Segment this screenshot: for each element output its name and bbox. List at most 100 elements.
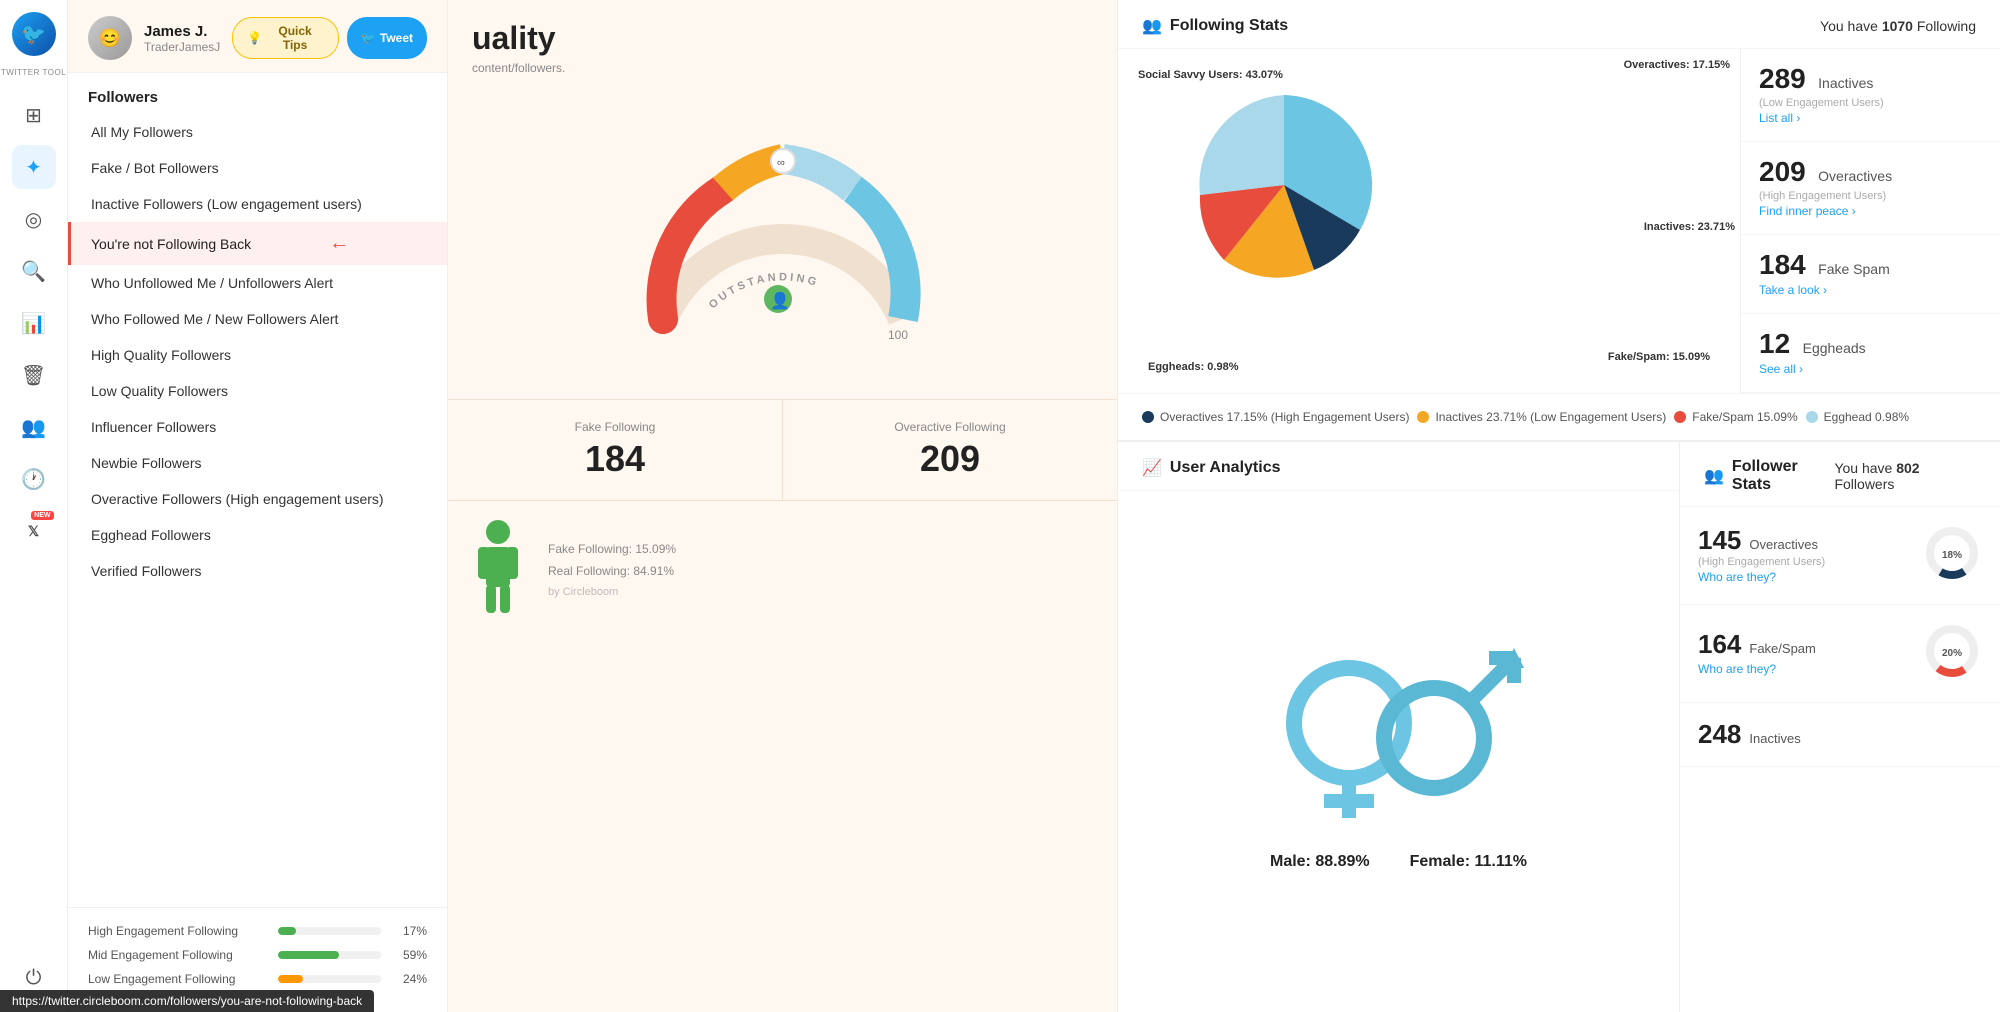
follower-stat-overactives-donut: 18% — [1922, 523, 1982, 588]
list-all-link[interactable]: List all › — [1759, 111, 1800, 125]
sidebar-icon-clock[interactable]: 🕐 — [12, 457, 56, 501]
sidebar-icon-chart[interactable]: 📊 — [12, 301, 56, 345]
nav-item-low-quality[interactable]: Low Quality Followers — [68, 373, 447, 409]
following-stats-header: 👥 Following Stats You have 1070 Followin… — [1118, 0, 2000, 49]
fake-spam-who-link[interactable]: Who are they? — [1698, 662, 1776, 676]
legend-dot-fake-spam — [1674, 411, 1686, 423]
user-avatar: 😊 — [88, 16, 132, 60]
left-panel-header: uality content/followers. — [448, 0, 1117, 79]
legend-dot-overactives — [1142, 411, 1154, 423]
nav-item-all-my-followers[interactable]: All My Followers — [68, 114, 447, 150]
svg-text:18%: 18% — [1942, 550, 1962, 561]
nav-item-not-following-back[interactable]: You're not Following Back ← — [68, 222, 447, 265]
engagement-bar-high-fill — [278, 927, 296, 935]
icon-sidebar: 🐦 TWITTER TOOL ⊞ ✦ ◎ 🔍 📊 🗑 👥 🕐 𝕏 ⏻ — [0, 0, 68, 1012]
sidebar-icon-x-new[interactable]: 𝕏 — [12, 509, 56, 553]
pie-chart-area: Social Savvy Users: 43.07% Overactives: … — [1118, 49, 1740, 393]
real-following-pct-label: Real Following: 84.91% — [548, 564, 1097, 578]
pie-legend: Overactives 17.15% (High Engagement User… — [1118, 393, 2000, 440]
find-inner-peace-link[interactable]: Find inner peace › — [1759, 204, 1856, 218]
engagement-row-high: High Engagement Following 17% — [88, 924, 427, 938]
pie-label-eggheads: Eggheads: 0.98% — [1148, 361, 1238, 373]
left-panel: uality content/followers. — [448, 0, 1118, 1012]
follower-stat-fake-spam-left: 164 Fake/Spam Who are they? — [1698, 629, 1816, 678]
following-stats-content: Social Savvy Users: 43.07% Overactives: … — [1118, 49, 2000, 393]
svg-text:OUTSTANDING: OUTSTANDING — [706, 271, 820, 311]
nav-item-who-followed[interactable]: Who Followed Me / New Followers Alert — [68, 301, 447, 337]
donut-overactives: 18% — [1922, 523, 1982, 583]
overactive-following-value: 209 — [803, 438, 1097, 480]
pie-label-social-savvy: Social Savvy Users: 43.07% — [1138, 69, 1283, 81]
donut-fake-spam: 20% — [1922, 621, 1982, 681]
engagement-label-low: Low Engagement Following — [88, 972, 268, 986]
nav-item-who-unfollowed[interactable]: Who Unfollowed Me / Unfollowers Alert — [68, 265, 447, 301]
tweet-button[interactable]: 🐦 Tweet — [347, 17, 427, 59]
lightbulb-icon: 💡 — [247, 31, 262, 45]
following-stats-card: 👥 Following Stats You have 1070 Followin… — [1118, 0, 2000, 441]
engagement-pct-high: 17% — [391, 924, 427, 938]
legend-item-egghead: Egghead 0.98% — [1806, 410, 1909, 424]
engagement-bar-mid-bg — [278, 951, 381, 959]
bottom-row: 📈 User Analytics — [1118, 441, 2000, 1012]
quick-tips-button[interactable]: 💡 Quick Tips — [232, 17, 339, 59]
nav-item-newbie[interactable]: Newbie Followers — [68, 445, 447, 481]
fake-following-stat: Fake Following 184 — [448, 400, 783, 500]
sidebar-icon-users[interactable]: 👥 — [12, 405, 56, 449]
fake-following-label: Fake Following — [468, 420, 762, 434]
nav-item-influencer[interactable]: Influencer Followers — [68, 409, 447, 445]
gauge-area: OUTSTANDING ∞ 100 👤 — [448, 79, 1117, 399]
following-pie-svg — [1134, 65, 1454, 305]
person-figure — [468, 517, 528, 622]
header-actions: 💡 Quick Tips 🐦 Tweet — [232, 17, 427, 59]
pie-label-inactives: Inactives: 23.71% — [1644, 221, 1735, 233]
user-analytics-header: 📈 User Analytics — [1118, 442, 1679, 491]
twitter-icon: 🐦 — [361, 31, 376, 45]
follower-stat-overactives: 145 Overactives (High Engagement Users) … — [1680, 507, 2000, 605]
app-title: TWITTER TOOL — [1, 68, 66, 77]
sidebar-icon-dashboard[interactable]: ⊞ — [12, 93, 56, 137]
stats-boxes: Fake Following 184 Overactive Following … — [448, 399, 1117, 500]
overactive-following-label: Overactive Following — [803, 420, 1097, 434]
following-count: You have 1070 Following — [1820, 18, 1976, 34]
legend-item-overactives: Overactives 17.15% (High Engagement User… — [1142, 410, 1409, 424]
gender-area: Male: 88.89% Female: 11.11% — [1118, 491, 1679, 1012]
sidebar-icon-network[interactable]: ✦ — [12, 145, 56, 189]
user-handle: TraderJamesJ — [144, 40, 220, 54]
legend-dot-inactives — [1417, 411, 1429, 423]
take-a-look-link[interactable]: Take a look › — [1759, 283, 1827, 297]
following-stats-icon: 👥 — [1142, 16, 1162, 36]
sidebar-icon-trash[interactable]: 🗑 — [12, 353, 56, 397]
sidebar-icon-search[interactable]: 🔍 — [12, 249, 56, 293]
quality-title: uality — [472, 20, 1093, 57]
sidebar-icon-target[interactable]: ◎ — [12, 197, 56, 241]
follower-stats-header: 👥 Follower Stats You have 802 Followers — [1680, 442, 2000, 507]
pie-stat-inactives: 289 Inactives (Low Engagement Users) Lis… — [1741, 49, 2000, 142]
see-all-link[interactable]: See all › — [1759, 362, 1803, 376]
pie-stat-overactives: 209 Overactives (High Engagement Users) … — [1741, 142, 2000, 235]
follower-stats-icon: 👥 — [1704, 466, 1724, 486]
analytics-icon: 📈 — [1142, 458, 1162, 478]
engagement-pct-low: 24% — [391, 972, 427, 986]
svg-text:100: 100 — [888, 328, 908, 342]
nav-item-fake-bot-followers[interactable]: Fake / Bot Followers — [68, 150, 447, 186]
nav-item-inactive-followers[interactable]: Inactive Followers (Low engagement users… — [68, 186, 447, 222]
pie-stat-fake-spam: 184 Fake Spam Take a look › — [1741, 235, 2000, 314]
follower-stats-title: 👥 Follower Stats — [1704, 458, 1834, 494]
follower-stat-inactives-left: 248 Inactives — [1698, 719, 1801, 750]
follower-count: You have 802 Followers — [1834, 460, 1976, 492]
by-circleboom-label: by Circleboom — [548, 586, 1097, 598]
nav-item-verified[interactable]: Verified Followers — [68, 553, 447, 589]
engagement-row-low: Low Engagement Following 24% — [88, 972, 427, 986]
overactives-who-link[interactable]: Who are they? — [1698, 570, 1776, 584]
engagement-pct-mid: 59% — [391, 948, 427, 962]
nav-item-overactive[interactable]: Overactive Followers (High engagement us… — [68, 481, 447, 517]
male-pct: Male: 88.89% — [1270, 853, 1370, 871]
nav-item-high-quality[interactable]: High Quality Followers — [68, 337, 447, 373]
engagement-label-high: High Engagement Following — [88, 924, 268, 938]
quality-subtitle: content/followers. — [472, 61, 1093, 75]
active-arrow-icon: ← — [329, 232, 349, 255]
fake-following-value: 184 — [468, 438, 762, 480]
user-name: James J. — [144, 23, 220, 40]
right-panel: 👥 Following Stats You have 1070 Followin… — [1118, 0, 2000, 1012]
nav-item-egghead[interactable]: Egghead Followers — [68, 517, 447, 553]
